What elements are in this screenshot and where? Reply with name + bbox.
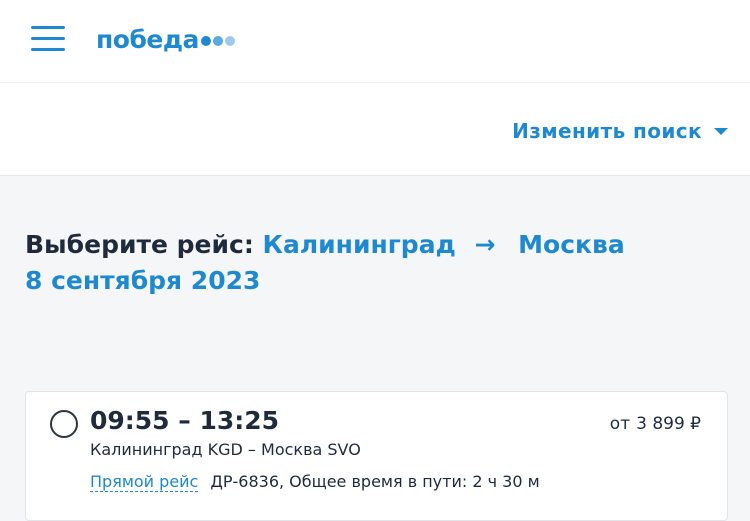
logo-dot: [212, 36, 223, 46]
search-bar: Изменить поиск: [0, 82, 750, 176]
logo-dots-icon: [200, 36, 237, 46]
menu-icon-bar: [31, 26, 65, 29]
destination-city: Москва: [518, 230, 625, 259]
origin-city: Калининград: [262, 230, 456, 259]
menu-icon-bar: [31, 48, 65, 51]
flight-card[interactable]: 09:55 – 13:25 от 3 899 ₽ Калининград KGD …: [25, 391, 728, 521]
direct-flight-link[interactable]: Прямой рейс: [90, 472, 199, 492]
flight-details: ДР-6836, Общее время в пути: 2 ч 30 м: [210, 472, 540, 491]
arrow-right-icon: →: [474, 230, 496, 259]
title-prefix: Выберите рейс:: [25, 230, 254, 259]
flight-date: 8 сентября 2023: [25, 266, 261, 295]
flight-route: Калининград KGD – Москва SVO: [90, 440, 361, 459]
app-header: победа: [0, 0, 750, 82]
change-search-button[interactable]: Изменить поиск: [512, 119, 728, 143]
price-value: 3 899 ₽: [636, 414, 701, 434]
logo-dot: [224, 36, 235, 46]
menu-icon[interactable]: [31, 26, 65, 52]
flight-times: 09:55 – 13:25: [90, 406, 280, 435]
route-title: Выберите рейс: Калининград → Москва: [25, 227, 725, 263]
logo-dot: [200, 36, 211, 46]
flight-meta: Прямой рейс ДР-6836, Общее время в пути: …: [90, 472, 540, 492]
change-search-label: Изменить поиск: [512, 119, 702, 143]
page-title: Выберите рейс: Калининград → Москва 8 се…: [25, 227, 725, 299]
logo-text: победа: [96, 24, 199, 54]
flight-select-radio[interactable]: [50, 410, 78, 438]
flight-price: от 3 899 ₽: [610, 414, 701, 434]
menu-icon-bar: [31, 37, 65, 40]
chevron-down-icon: [714, 127, 728, 135]
logo[interactable]: победа: [96, 22, 237, 56]
price-prefix: от: [609, 414, 631, 434]
